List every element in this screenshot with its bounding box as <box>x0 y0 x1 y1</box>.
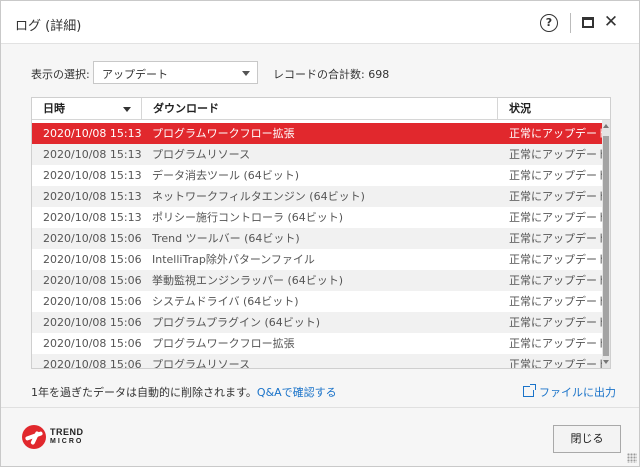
cell-status: 正常にアップデート <box>509 232 602 245</box>
record-total-count: レコードの合計数: 698 <box>273 68 390 81</box>
maximize-icon[interactable] <box>582 17 594 28</box>
cell-status: 正常にアップデート <box>509 295 602 308</box>
table-header: 日時 ダウンロード 状況 <box>32 98 610 120</box>
table-row[interactable]: 2020/10/08 15:13 データ消去ツール (64ビット) 正常にアップデー… <box>32 165 602 186</box>
cell-download: ポリシー施行コントローラ (64ビット) <box>152 211 344 224</box>
cell-status: 正常にアップデート <box>509 127 602 140</box>
close-button[interactable]: 閉じる <box>553 425 621 453</box>
cell-download: 挙動監視エンジンラッパー (64ビット) <box>152 274 344 287</box>
trend-micro-logo: TREND MICRO <box>22 423 92 451</box>
table-body: 2020/10/08 15:13 プログラムワークフロー拡張 正常にアップデート 20… <box>32 123 602 369</box>
sort-descending-icon <box>123 107 131 112</box>
table-row[interactable]: 2020/10/08 15:06 プログラムワークフロー拡張 正常にアップデート <box>32 333 602 354</box>
log-detail-window: ログ (詳細) ? ✕ 表示の選択: アップデート レコードの合計数: 698 … <box>0 0 640 467</box>
export-to-file-label: ファイルに出力 <box>539 386 616 399</box>
scroll-down-icon[interactable] <box>603 360 609 364</box>
cell-status: 正常にアップデート <box>509 211 602 224</box>
cell-date: 2020/10/08 15:06 <box>43 358 142 369</box>
cell-date: 2020/10/08 15:13 <box>43 190 142 203</box>
bottom-bar: TREND MICRO 閉じる <box>1 407 639 466</box>
logo-line-micro: MICRO <box>50 438 84 445</box>
cell-download: IntelliTrap除外パターンファイル <box>152 253 315 266</box>
export-to-file-link[interactable]: ファイルに出力 <box>523 384 616 400</box>
cell-date: 2020/10/08 15:06 <box>43 274 142 287</box>
vertical-scrollbar[interactable] <box>602 120 610 368</box>
help-icon[interactable]: ? <box>540 14 558 32</box>
log-table: 日時 ダウンロード 状況 2020/10/08 15:13 プログラムワークフロー… <box>31 97 611 369</box>
cell-status: 正常にアップデート <box>509 169 602 182</box>
title-bar: ログ (詳細) ? ✕ <box>1 1 639 44</box>
title-bar-divider <box>570 13 571 33</box>
cell-status: 正常にアップデート <box>509 316 602 329</box>
cell-date: 2020/10/08 15:13 <box>43 211 142 224</box>
retention-note: 1年を過ぎたデータは自動的に削除されます。Q&Aで確認する <box>31 384 337 400</box>
table-row[interactable]: 2020/10/08 15:06 挙動監視エンジンラッパー (64ビット) 正常にア… <box>32 270 602 291</box>
close-icon[interactable]: ✕ <box>602 12 620 32</box>
trend-micro-wordmark: TREND MICRO <box>50 427 96 447</box>
cell-date: 2020/10/08 15:06 <box>43 337 142 350</box>
qa-link[interactable]: Q&Aで確認する <box>257 386 337 399</box>
cell-download: プログラムプラグイン (64ビット) <box>152 316 321 329</box>
cell-date: 2020/10/08 15:06 <box>43 316 142 329</box>
view-select-label: 表示の選択: <box>31 68 90 81</box>
table-row[interactable]: 2020/10/08 15:13 プログラムリソース 正常にアップデート <box>32 144 602 165</box>
cell-download: システムドライバ (64ビット) <box>152 295 299 308</box>
column-header-status[interactable]: 状況 <box>498 98 610 120</box>
view-select-dropdown[interactable]: アップデート <box>93 61 258 84</box>
cell-date: 2020/10/08 15:06 <box>43 295 142 308</box>
external-link-icon <box>523 384 536 397</box>
table-row[interactable]: 2020/10/08 15:06 IntelliTrap除外パターンファイル 正常に… <box>32 249 602 270</box>
cell-download: プログラムワークフロー拡張 <box>152 127 295 140</box>
cell-download: ネットワークフィルタエンジン (64ビット) <box>152 190 365 203</box>
column-header-date-label: 日時 <box>43 102 65 115</box>
cell-download: プログラムリソース <box>152 148 251 161</box>
table-row[interactable]: 2020/10/08 15:13 ネットワークフィルタエンジン (64ビット) 正常… <box>32 186 602 207</box>
column-header-status-label: 状況 <box>509 102 531 115</box>
window-title: ログ (詳細) <box>15 19 82 34</box>
cell-date: 2020/10/08 15:13 <box>43 169 142 182</box>
column-header-download[interactable]: ダウンロード <box>142 98 498 120</box>
table-row[interactable]: 2020/10/08 15:13 ポリシー施行コントローラ (64ビット) 正常にア… <box>32 207 602 228</box>
cell-download: データ消去ツール (64ビット) <box>152 169 300 182</box>
cell-download: プログラムワークフロー拡張 <box>152 337 295 350</box>
table-row[interactable]: 2020/10/08 15:06 システムドライバ (64ビット) 正常にアップデー… <box>32 291 602 312</box>
view-select-value: アップデート <box>102 68 168 81</box>
chevron-down-icon <box>242 71 250 76</box>
cell-status: 正常にアップデート <box>509 274 602 287</box>
logo-line-trend: TREND <box>50 427 84 437</box>
table-row[interactable]: 2020/10/08 15:06 プログラムリソース 正常にアップデート <box>32 354 602 369</box>
scrollbar-thumb[interactable] <box>603 136 609 356</box>
table-row[interactable]: 2020/10/08 15:06 プログラムプラグイン (64ビット) 正常にアップ… <box>32 312 602 333</box>
cell-download: Trend ツールバー (64ビット) <box>152 232 300 245</box>
cell-status: 正常にアップデート <box>509 337 602 350</box>
column-header-download-label: ダウンロード <box>153 102 219 115</box>
table-row[interactable]: 2020/10/08 15:13 プログラムワークフロー拡張 正常にアップデート <box>32 123 602 144</box>
trend-micro-logo-icon <box>22 425 46 449</box>
cell-date: 2020/10/08 15:06 <box>43 232 142 245</box>
table-row[interactable]: 2020/10/08 15:06 Trend ツールバー (64ビット) 正常にアッ… <box>32 228 602 249</box>
cell-status: 正常にアップデート <box>509 253 602 266</box>
retention-note-text: 1年を過ぎたデータは自動的に削除されます。 <box>31 386 257 399</box>
cell-status: 正常にアップデート <box>509 148 602 161</box>
cell-status: 正常にアップデート <box>509 358 602 369</box>
cell-date: 2020/10/08 15:13 <box>43 148 142 161</box>
resize-grip-icon[interactable] <box>627 453 637 463</box>
cell-date: 2020/10/08 15:06 <box>43 253 142 266</box>
scroll-up-icon[interactable] <box>603 124 609 128</box>
cell-date: 2020/10/08 15:13 <box>43 127 142 140</box>
column-header-date[interactable]: 日時 <box>32 98 142 120</box>
cell-status: 正常にアップデート <box>509 190 602 203</box>
cell-download: プログラムリソース <box>152 358 251 369</box>
